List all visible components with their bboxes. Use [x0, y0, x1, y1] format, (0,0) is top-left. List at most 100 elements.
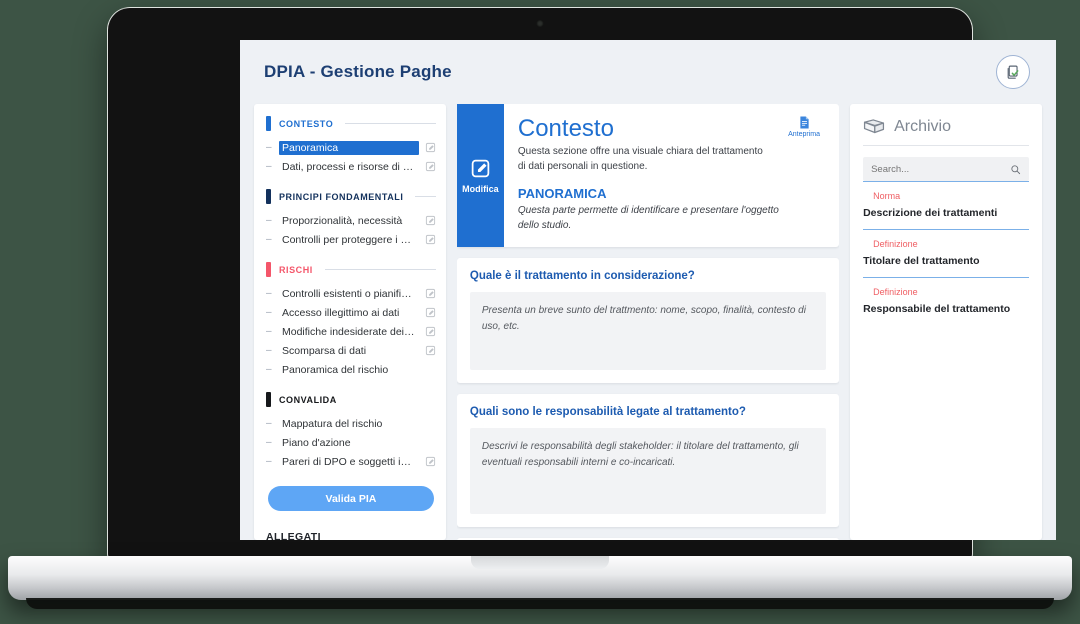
bullet-dash-icon: –	[266, 215, 272, 226]
sidebar-item-label: Scomparsa di dati	[282, 344, 367, 357]
archive-entry-3[interactable]: Definizione Responsabile del trattamento	[863, 277, 1029, 325]
edit-pencil-icon[interactable]	[425, 456, 436, 467]
anteprima-button[interactable]: Anteprima	[781, 116, 827, 138]
section-color-bar	[266, 392, 271, 407]
sidebar-item-dati-processi[interactable]: – Dati, processi e risorse di supp...	[266, 158, 436, 175]
sidebar-item-pareri-dpo[interactable]: – Pareri di DPO e soggetti intere...	[266, 453, 436, 470]
bullet-dash-icon: –	[266, 437, 272, 448]
section-divider	[415, 196, 436, 197]
bullet-dash-icon: –	[266, 418, 272, 429]
question-card-2: Quali sono le responsabilità legate al t…	[456, 394, 840, 528]
section-divider	[324, 269, 436, 270]
question-card-1: Quale è il trattamento in considerazione…	[456, 258, 840, 384]
archive-search-box[interactable]	[863, 157, 1029, 181]
sidebar-item-label: Modifiche indesiderate dei dati	[282, 325, 419, 338]
sidebar-item-piano-azione[interactable]: – Piano d'azione	[266, 434, 436, 451]
archive-header: Archivio	[863, 118, 1029, 146]
bullet-dash-icon: –	[266, 345, 272, 356]
section-header-principi: PRINCIPI FONDAMENTALI	[266, 189, 436, 204]
page-title: DPIA - Gestione Paghe	[264, 62, 452, 81]
navigation-sidebar: CONTESTO – Panoramica – Dati, processi e…	[254, 104, 446, 540]
section-color-bar	[266, 262, 271, 277]
section-header-rischi: RISCHI	[266, 262, 436, 277]
search-input[interactable]	[871, 163, 1004, 175]
modifica-tab[interactable]: Modifica	[456, 104, 504, 248]
section-note: Questa parte permette di identificare e …	[517, 205, 779, 231]
pencil-square-icon	[471, 159, 490, 177]
sidebar-item-label: Mappatura del rischio	[282, 417, 383, 430]
document-check-icon-button[interactable]	[996, 55, 1030, 89]
section-header-contesto: CONTESTO	[266, 116, 436, 131]
edit-pencil-icon[interactable]	[425, 161, 436, 172]
document-icon	[799, 116, 809, 129]
section-title: CONTESTO	[279, 118, 334, 129]
archive-entry-kind: Definizione	[873, 287, 918, 297]
edit-pencil-icon[interactable]	[425, 326, 436, 337]
app-body: CONTESTO – Panoramica – Dati, processi e…	[240, 104, 1056, 540]
application-window: DPIA - Gestione Paghe CONTESTO – Panoram…	[240, 40, 1056, 540]
sidebar-item-label: Controlli esistenti o pianificati	[282, 287, 418, 300]
bullet-dash-icon: –	[266, 307, 272, 318]
edit-pencil-icon[interactable]	[425, 142, 436, 153]
sidebar-item-panoramica-rischio[interactable]: – Panoramica del rischio	[266, 361, 436, 378]
archive-entry-name: Titolare del trattamento	[863, 255, 980, 267]
sidebar-item-modifiche-indesiderate[interactable]: – Modifiche indesiderate dei dati	[266, 323, 436, 340]
laptop-base-notch	[471, 556, 609, 569]
sidebar-item-label: Panoramica del rischio	[282, 363, 389, 376]
sidebar-item-label: Pareri di DPO e soggetti intere...	[282, 455, 419, 468]
edit-pencil-icon[interactable]	[425, 345, 436, 356]
sidebar-item-controlli-diritti[interactable]: – Controlli per proteggere i dirit...	[266, 231, 436, 248]
app-header: DPIA - Gestione Paghe	[240, 40, 1056, 104]
book-icon	[864, 119, 885, 134]
document-check-icon	[1007, 65, 1018, 79]
bullet-dash-icon: –	[266, 326, 272, 337]
edit-pencil-icon[interactable]	[425, 215, 436, 226]
question-title: Quali sono le responsabilità legate al t…	[469, 406, 746, 419]
section-color-bar	[266, 116, 271, 131]
bullet-dash-icon: –	[266, 456, 272, 467]
archive-entry-1[interactable]: Norma Descrizione dei trattamenti	[863, 181, 1029, 229]
bullet-dash-icon: –	[266, 364, 272, 375]
sidebar-item-label: Dati, processi e risorse di supp...	[282, 160, 419, 173]
question-card-3: Ci sono standard applicabili al trattame…	[456, 538, 840, 540]
attachments-title: ALLEGATI	[266, 531, 321, 540]
question-answer-input[interactable]: Descrivi le responsabilità degli stakeho…	[469, 428, 827, 515]
bullet-dash-icon: –	[266, 288, 272, 299]
anteprima-label: Anteprima	[788, 131, 821, 138]
laptop-lid: DPIA - Gestione Paghe CONTESTO – Panoram…	[108, 8, 1056, 560]
webcam-icon	[536, 20, 544, 27]
search-icon[interactable]	[1010, 164, 1021, 175]
archive-entry-name: Responsabile del trattamento	[863, 303, 1011, 315]
main-content-column: Modifica Contesto Questa sezione offre u…	[456, 104, 840, 540]
edit-pencil-icon[interactable]	[425, 288, 436, 299]
sidebar-item-scomparsa-dati[interactable]: – Scomparsa di dati	[266, 342, 436, 359]
archive-entry-2[interactable]: Definizione Titolare del trattamento	[863, 229, 1029, 277]
sidebar-item-controlli-esistenti[interactable]: – Controlli esistenti o pianificati	[266, 285, 436, 302]
section-color-bar	[266, 189, 271, 204]
section-description: Questa sezione offre una visuale chiara …	[517, 146, 763, 172]
sidebar-item-label: Piano d'azione	[282, 436, 351, 449]
hero-content: Contesto Questa sezione offre una visual…	[504, 104, 839, 247]
sidebar-item-label: Accesso illegittimo ai dati	[282, 306, 400, 319]
edit-pencil-icon[interactable]	[425, 234, 436, 245]
sidebar-item-mappatura-rischio[interactable]: – Mappatura del rischio	[266, 415, 436, 432]
laptop-base-shadow	[26, 598, 1054, 609]
bullet-dash-icon: –	[266, 161, 272, 172]
archive-title: Archivio	[894, 118, 951, 135]
sidebar-item-proporzionalita[interactable]: – Proporzionalità, necessità	[266, 212, 436, 229]
sidebar-item-accesso-illegittimo[interactable]: – Accesso illegittimo ai dati	[266, 304, 436, 321]
archive-entry-kind: Definizione	[873, 239, 918, 249]
edit-pencil-icon[interactable]	[425, 307, 436, 318]
laptop-mockup-scene: DPIA - Gestione Paghe CONTESTO – Panoram…	[0, 0, 1080, 624]
archive-entry-kind: Norma	[873, 191, 901, 201]
validate-pia-button[interactable]: Valida PIA	[268, 486, 434, 511]
question-answer-input[interactable]: Presenta un breve sunto del trattmento: …	[469, 292, 827, 371]
sidebar-item-panoramica[interactable]: – Panoramica	[266, 139, 436, 156]
section-heading: Contesto	[517, 115, 614, 142]
modifica-tab-label: Modifica	[462, 183, 499, 194]
section-title: RISCHI	[279, 264, 313, 275]
sidebar-item-label: Proporzionalità, necessità	[282, 214, 403, 227]
